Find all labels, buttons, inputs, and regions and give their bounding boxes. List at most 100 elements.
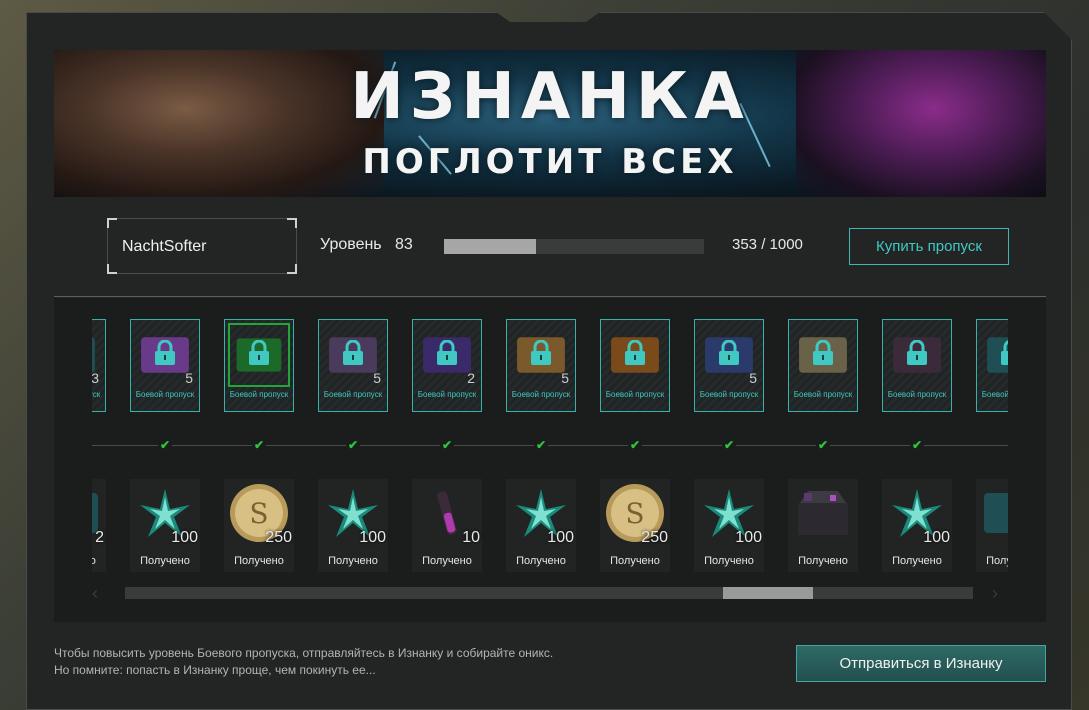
free-reward-card[interactable]: 100 Получено — [130, 479, 200, 572]
banner-subtitle: ПОГЛОТИТ ВСЕХ — [362, 142, 738, 182]
reward-status: Получено — [892, 555, 942, 567]
reward-quantity: 2 — [467, 370, 475, 386]
player-name: NachtSofter — [122, 238, 207, 255]
lock-icon — [436, 339, 458, 366]
scroll-right-icon[interactable]: › — [992, 583, 998, 604]
premium-caption: Боевой пропуск — [92, 390, 101, 399]
hint-line-1: Чтобы повысить уровень Боевого пропуска,… — [54, 646, 554, 660]
lock-icon — [248, 339, 270, 366]
reward-quantity: 100 — [547, 529, 574, 546]
level-complete-check-icon: ✔ — [628, 438, 642, 452]
premium-caption: Боевой пропуск — [605, 390, 665, 399]
lock-icon — [342, 339, 364, 366]
reward-status: Получено — [328, 555, 378, 567]
premium-caption: Боевой пропуск — [887, 390, 947, 399]
premium-caption: Боевой пропуск — [981, 390, 1008, 399]
lock-icon — [624, 339, 646, 366]
reward-quantity: 250 — [641, 529, 668, 546]
level-complete-check-icon: ✔ — [910, 438, 924, 452]
reward-quantity: 10 — [462, 529, 480, 546]
lock-icon — [530, 339, 552, 366]
free-reward-card[interactable]: S 250 Получено — [600, 479, 670, 572]
reward-quantity: 5 — [749, 370, 757, 386]
reward-quantity: 5 — [373, 370, 381, 386]
reward-scrollbar[interactable] — [125, 587, 973, 599]
free-reward-card[interactable]: 100 Получено — [882, 479, 952, 572]
reward-quantity: 5 — [185, 370, 193, 386]
free-reward-card[interactable]: 10 Получено — [412, 479, 482, 572]
xp-counter: 353 / 1000 — [732, 236, 803, 253]
premium-reward-card[interactable]: 2 Боевой пропуск — [412, 319, 482, 412]
lock-icon — [154, 339, 176, 366]
free-reward-card[interactable]: S 250 Получено — [224, 479, 294, 572]
premium-reward-card[interactable]: 5 Боевой пропуск — [130, 319, 200, 412]
svg-text:S: S — [249, 497, 268, 530]
premium-reward-card[interactable]: 5 Боевой пропуск — [318, 319, 388, 412]
xp-progress-bar — [444, 239, 704, 254]
frame-corner — [287, 218, 297, 228]
xp-progress-fill — [444, 239, 536, 254]
reward-quantity: 250 — [265, 529, 292, 546]
lock-icon — [718, 339, 740, 366]
player-name-box: NachtSofter — [107, 218, 297, 274]
lock-icon — [812, 339, 834, 366]
reward-quantity: 5 — [561, 370, 569, 386]
premium-caption: Боевой пропуск — [417, 390, 477, 399]
premium-caption: Боевой пропуск — [793, 390, 853, 399]
reward-quantity: 2 — [95, 529, 104, 546]
level-complete-check-icon: ✔ — [346, 438, 360, 452]
reward-status: Получено — [798, 555, 848, 567]
reward-status: Получено — [704, 555, 754, 567]
premium-caption: Боевой пропуск — [511, 390, 571, 399]
level-complete-check-icon: ✔ — [816, 438, 830, 452]
hint-text: Чтобы повысить уровень Боевого пропуска,… — [54, 645, 553, 679]
premium-reward-card[interactable]: Боевой пропуск — [788, 319, 858, 412]
reward-status: Получено — [92, 555, 96, 567]
reward-quantity: 100 — [923, 529, 950, 546]
reward-quantity: 100 — [359, 529, 386, 546]
premium-reward-card[interactable]: Боевой пропуск — [882, 319, 952, 412]
lock-icon — [906, 339, 928, 366]
crystal-chest-icon — [788, 479, 858, 547]
free-reward-card[interactable]: Получено — [976, 479, 1008, 572]
free-reward-card[interactable]: 100 Получено — [694, 479, 764, 572]
level-timeline — [92, 445, 1008, 446]
premium-caption: Боевой пропуск — [135, 390, 195, 399]
reward-status: Получено — [234, 555, 284, 567]
premium-reward-card[interactable]: Боевой пропуск — [224, 319, 294, 412]
free-reward-card[interactable]: 100 Получено — [318, 479, 388, 572]
premium-caption: Боевой пропуск — [229, 390, 289, 399]
reward-quantity: 100 — [735, 529, 762, 546]
premium-reward-card[interactable]: Боевой пропуск — [600, 319, 670, 412]
reward-quantity: 100 — [171, 529, 198, 546]
crate-icon — [976, 479, 1008, 547]
premium-reward-card[interactable]: 5 Боевой пропуск — [506, 319, 576, 412]
premium-caption: Боевой пропуск — [323, 390, 383, 399]
event-banner: ИЗНАНКА ПОГЛОТИТ ВСЕХ — [54, 50, 1046, 197]
banner-title: ИЗНАНКА — [350, 60, 750, 134]
level-value: 83 — [395, 236, 413, 253]
scroll-left-icon[interactable]: ‹ — [92, 583, 98, 604]
premium-reward-card[interactable]: 5 Боевой пропуск — [694, 319, 764, 412]
svg-text:S: S — [625, 497, 644, 530]
premium-reward-card[interactable]: Боевой пропуск — [976, 319, 1008, 412]
hint-line-2: Но помните: попасть в Изнанку проще, чем… — [54, 663, 376, 677]
reward-status: Получено — [986, 555, 1008, 567]
frame-corner — [107, 264, 117, 274]
divider — [54, 296, 1046, 297]
reward-status: Получено — [140, 555, 190, 567]
free-reward-card[interactable]: 2 Получено — [92, 479, 106, 572]
premium-caption: Боевой пропуск — [699, 390, 759, 399]
free-reward-card[interactable]: Получено — [788, 479, 858, 572]
premium-reward-card[interactable]: 3 Боевой пропуск — [92, 319, 106, 412]
reward-status: Получено — [516, 555, 566, 567]
scrollbar-thumb[interactable] — [723, 587, 814, 599]
level-complete-check-icon: ✔ — [722, 438, 736, 452]
level-label: Уровень — [320, 236, 382, 253]
lock-icon — [1000, 340, 1008, 366]
reward-track[interactable]: 3 Боевой пропуск 5 Боевой пропуск Боевой про… — [92, 300, 1008, 585]
reward-status: Получено — [610, 555, 660, 567]
go-to-upside-down-button[interactable]: Отправиться в Изнанку — [796, 645, 1046, 682]
buy-pass-button[interactable]: Купить пропуск — [849, 228, 1009, 265]
free-reward-card[interactable]: 100 Получено — [506, 479, 576, 572]
